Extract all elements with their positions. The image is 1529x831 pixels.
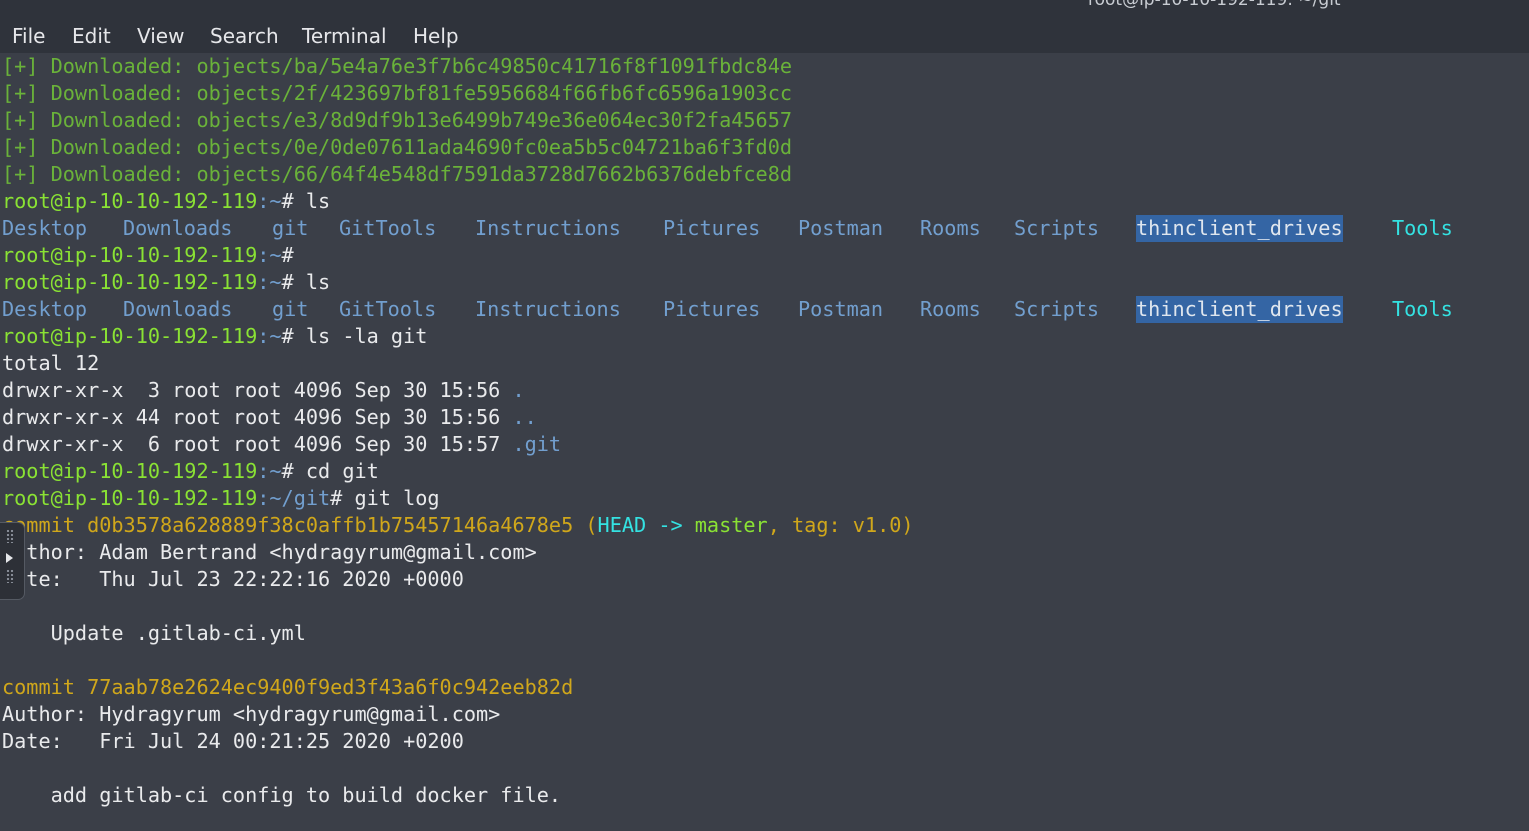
prompt-line: root@ip-10-10-192-119:~# cd git: [2, 458, 379, 485]
commit-hash: commit 77aab78e2624ec9400f9ed3f43a6f0c94…: [2, 675, 574, 699]
prompt-user: root@ip-10-10-192-119: [2, 270, 258, 294]
prompt-sign: #: [281, 459, 306, 483]
dir-entry-highlighted: thinclient_drives: [1136, 215, 1343, 242]
prompt-sign: #: [330, 486, 355, 510]
dir-entry: Downloads: [123, 216, 233, 240]
dir-entry: Pictures: [663, 297, 761, 321]
ls-output: Desktop Downloads git GitTools Instructi…: [2, 296, 1502, 323]
commit-author: Author: Adam Bertrand <hydragyrum@gmail.…: [2, 540, 537, 564]
ls-row-name: ..: [512, 405, 537, 429]
prompt-line: root@ip-10-10-192-119:~#: [2, 242, 306, 269]
prompt-path: :~: [257, 324, 282, 348]
menu-file[interactable]: File: [12, 24, 45, 48]
prompt-line: root@ip-10-10-192-119:~# ls: [2, 188, 330, 215]
refs-close: ): [901, 513, 914, 537]
terminal-output[interactable]: [+] Downloaded: objects/ba/5e4a76e3f7b6c…: [0, 53, 1529, 831]
refs-sep: ,: [767, 513, 793, 537]
download-line: [+] Downloaded: objects/0e/0de07611ada46…: [2, 135, 793, 159]
dir-entry: Rooms: [920, 297, 981, 321]
menu-edit[interactable]: Edit: [72, 24, 111, 48]
prompt-user: root@ip-10-10-192-119: [2, 459, 258, 483]
dir-entry: Postman: [798, 216, 884, 240]
menu-terminal[interactable]: Terminal: [302, 24, 387, 48]
title-bar: root@ip-10-10-192-119: ~/git: [0, 0, 1529, 14]
commit-date: Date: Fri Jul 24 00:21:25 2020 +0200: [2, 729, 464, 753]
prompt-path: :~: [257, 459, 282, 483]
commit-hash-line: commit d0b3578a628889f38c0affb1b75457146…: [2, 512, 914, 539]
commit-author: Author: Hydragyrum <hydragyrum@gmail.com…: [2, 702, 501, 726]
dir-entry: Instructions: [475, 297, 621, 321]
dir-entry-highlighted: thinclient_drives: [1136, 296, 1343, 323]
ref-branch: master: [694, 513, 768, 537]
grip-dots-icon: [6, 569, 14, 583]
dir-entry: Rooms: [920, 216, 981, 240]
menu-help[interactable]: Help: [413, 24, 459, 48]
dir-entry: git: [272, 297, 309, 321]
dir-entry: Instructions: [475, 216, 621, 240]
dir-entry: GitTools: [339, 216, 437, 240]
dir-entry: Downloads: [123, 297, 233, 321]
window-title: root@ip-10-10-192-119: ~/git: [1088, 0, 1341, 10]
refs-open: (: [573, 513, 598, 537]
dir-entry: GitTools: [339, 297, 437, 321]
commit-message: add gitlab-ci config to build docker fil…: [2, 783, 562, 807]
commit-date: Date: Thu Jul 23 22:22:16 2020 +0000: [2, 567, 464, 591]
ls-row: drwxr-xr-x 6 root root 4096 Sep 30 15:57…: [2, 431, 561, 458]
ls-row: drwxr-xr-x 44 root root 4096 Sep 30 15:5…: [2, 404, 537, 431]
menu-view[interactable]: View: [137, 24, 184, 48]
prompt-user: root@ip-10-10-192-119: [2, 189, 258, 213]
command-text: ls: [305, 270, 331, 294]
prompt-line: root@ip-10-10-192-119:~/git# git log: [2, 485, 440, 512]
dir-entry: Scripts: [1014, 216, 1100, 240]
prompt-path: :~: [257, 270, 282, 294]
ref-tag: tag: v1.0: [792, 513, 902, 537]
dir-entry: Desktop: [2, 216, 88, 240]
expand-arrow-icon: [6, 553, 13, 563]
dir-entry: git: [272, 216, 309, 240]
download-line: [+] Downloaded: objects/ba/5e4a76e3f7b6c…: [2, 54, 793, 78]
ls-row: drwxr-xr-x 3 root root 4096 Sep 30 15:56…: [2, 377, 525, 404]
dir-entry: Desktop: [2, 297, 88, 321]
ls-total: total 12: [2, 351, 100, 375]
prompt-user: root@ip-10-10-192-119: [2, 486, 258, 510]
prompt-path: :~: [257, 189, 282, 213]
commit-hash: commit d0b3578a628889f38c0affb1b75457146…: [2, 513, 574, 537]
dir-entry-writable: Tools: [1392, 297, 1453, 321]
download-line: [+] Downloaded: objects/66/64f4e548df759…: [2, 162, 793, 186]
prompt-path: :~: [257, 243, 282, 267]
command-text: cd git: [305, 459, 379, 483]
prompt-sign: #: [281, 324, 306, 348]
prompt-sign: #: [281, 270, 306, 294]
prompt-user: root@ip-10-10-192-119: [2, 324, 258, 348]
side-panel-handle[interactable]: [0, 523, 24, 599]
menu-bar: File Edit View Search Terminal Help: [0, 14, 1529, 57]
prompt-line: root@ip-10-10-192-119:~# ls -la git: [2, 323, 427, 350]
ls-row-meta: drwxr-xr-x 44 root root 4096 Sep 30 15:5…: [2, 405, 513, 429]
command-text: ls: [305, 189, 331, 213]
ls-row-meta: drwxr-xr-x 3 root root 4096 Sep 30 15:56: [2, 378, 513, 402]
grip-dots-icon: [6, 529, 14, 543]
commit-message: Update .gitlab-ci.yml: [2, 621, 306, 645]
prompt-sign: #: [281, 189, 306, 213]
dir-entry: Postman: [798, 297, 884, 321]
download-line: [+] Downloaded: objects/e3/8d9df9b13e649…: [2, 108, 793, 132]
command-text: git log: [354, 486, 440, 510]
dir-entry-writable: Tools: [1392, 216, 1453, 240]
dir-entry: Scripts: [1014, 297, 1100, 321]
prompt-path: :~/git: [257, 486, 331, 510]
command-text: ls -la git: [305, 324, 428, 348]
ls-output: Desktop Downloads git GitTools Instructi…: [2, 215, 1502, 242]
dir-entry: Pictures: [663, 216, 761, 240]
ls-row-meta: drwxr-xr-x 6 root root 4096 Sep 30 15:57: [2, 432, 513, 456]
download-line: [+] Downloaded: objects/2f/423697bf81fe5…: [2, 81, 793, 105]
prompt-user: root@ip-10-10-192-119: [2, 243, 258, 267]
ls-row-name: .: [512, 378, 525, 402]
ref-head: HEAD ->: [597, 513, 695, 537]
menu-search[interactable]: Search: [210, 24, 279, 48]
prompt-sign: #: [281, 243, 306, 267]
prompt-line: root@ip-10-10-192-119:~# ls: [2, 269, 330, 296]
ls-row-name: .git: [512, 432, 562, 456]
